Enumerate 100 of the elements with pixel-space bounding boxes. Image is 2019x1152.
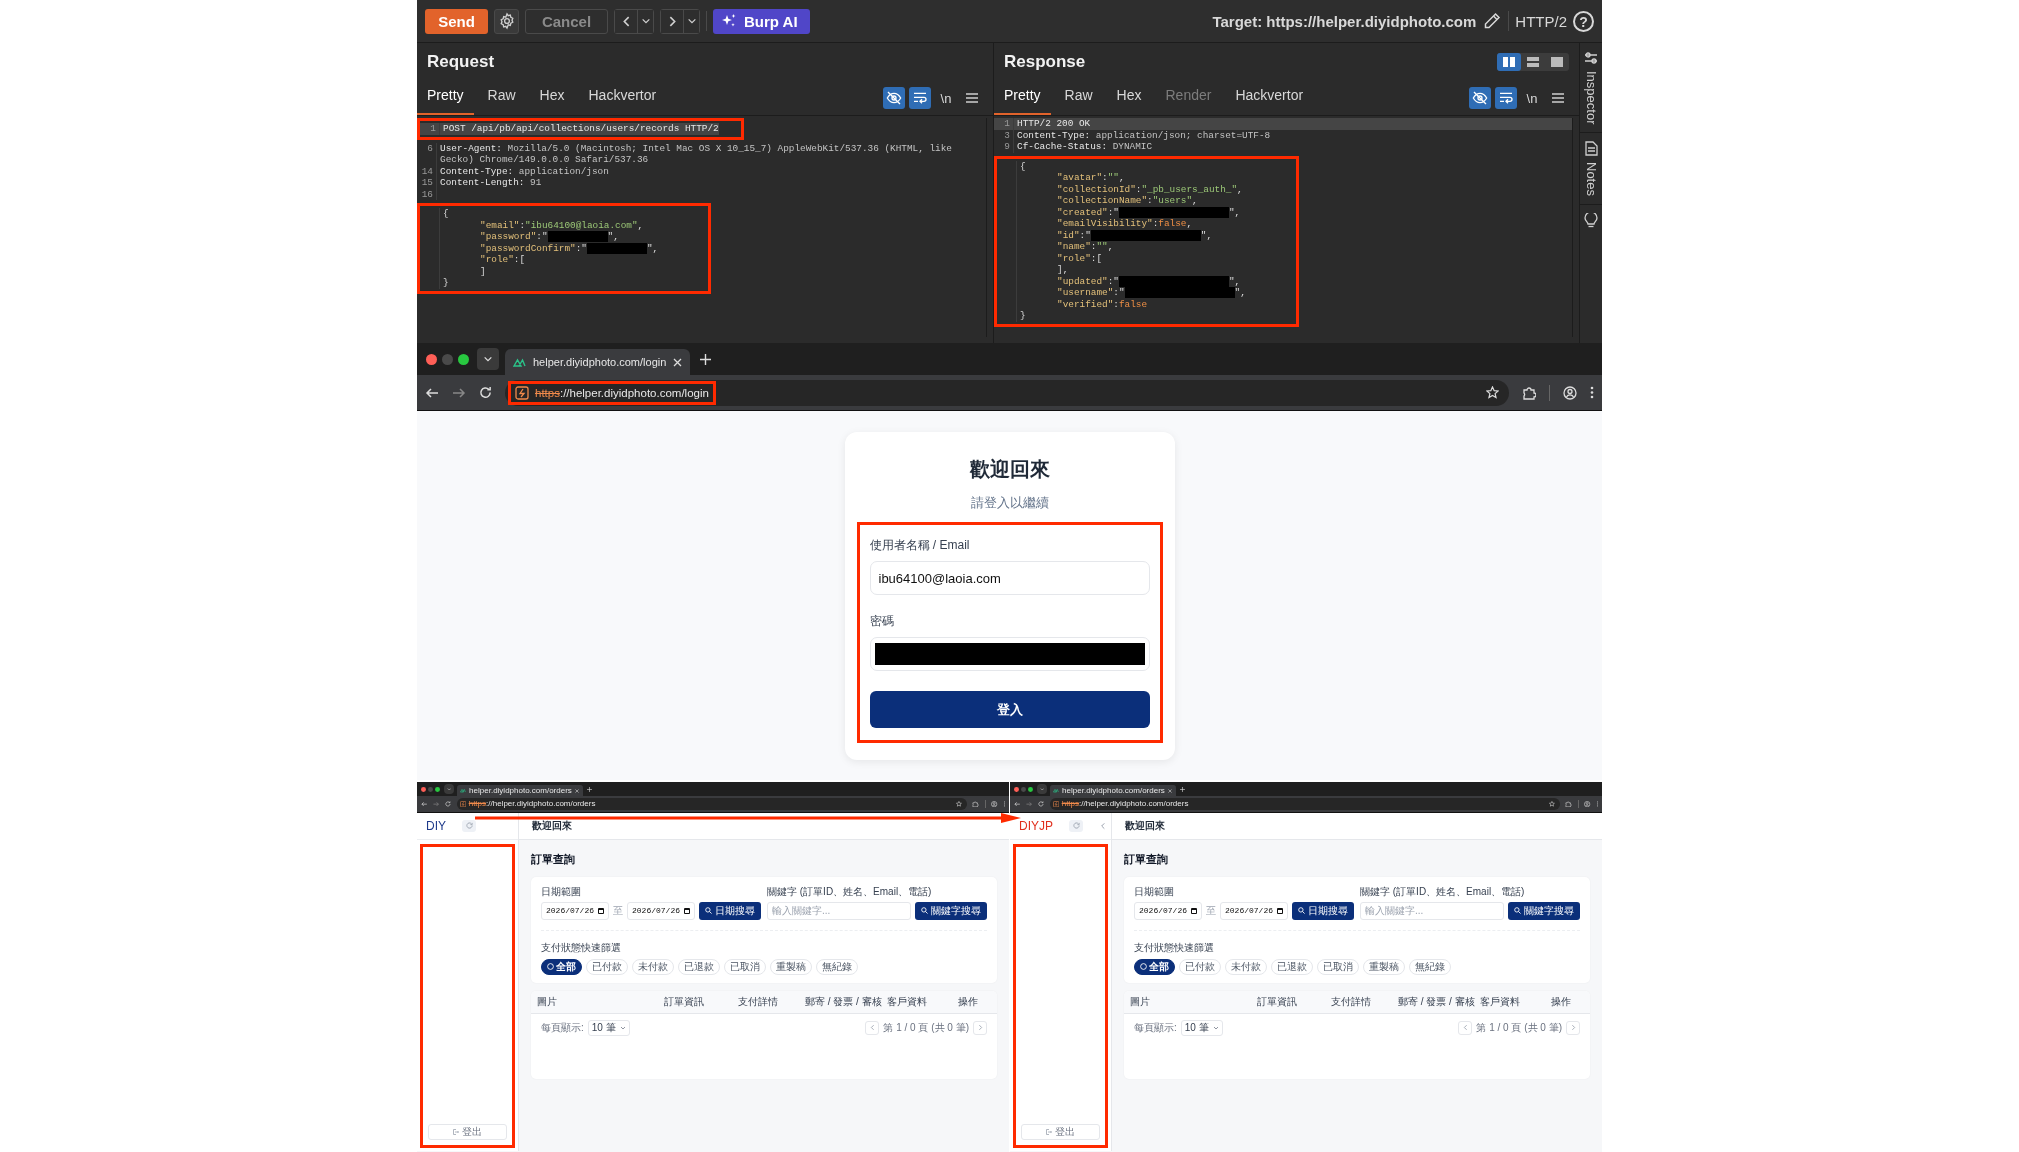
extensions-icon[interactable] <box>1522 385 1536 400</box>
line-number: 6 <box>427 142 433 154</box>
password-field[interactable] <box>869 637 1150 671</box>
address-field[interactable]: https://helper.diyidphoto.com/login <box>535 386 709 399</box>
side-tab[interactable]: Notes <box>1583 141 1599 197</box>
editor-tab[interactable]: Pretty <box>417 85 474 115</box>
history-dropdown[interactable] <box>683 9 699 33</box>
editor-tab[interactable]: Raw <box>477 85 526 115</box>
wrap-toggle[interactable] <box>909 87 931 109</box>
filter-chip[interactable]: 已付款 <box>586 958 628 975</box>
filter-chip[interactable]: 重製稿 <box>770 958 812 975</box>
hide-toggle[interactable] <box>883 87 905 109</box>
editor-tab[interactable]: Hackvertor <box>578 85 667 115</box>
editor-tab[interactable]: Hex <box>529 85 575 115</box>
login-button[interactable]: 登入 <box>869 691 1150 728</box>
back-icon[interactable] <box>1013 800 1020 808</box>
extensions-icon[interactable] <box>1565 800 1572 808</box>
extensions-icon[interactable] <box>972 800 979 808</box>
field-label: 密碼 <box>869 613 895 630</box>
page-info: 第 1 / 0 頁 (共 0 筆) <box>883 1020 969 1035</box>
filter-chip[interactable]: 已取消 <box>724 958 766 975</box>
filter-chip[interactable]: 重製稿 <box>1363 958 1405 975</box>
column-header: 客戶資料 <box>1479 994 1521 1009</box>
browser-tab[interactable]: helper.diyidphoto.com/orders <box>456 784 583 797</box>
side-tab[interactable]: Inspector <box>1583 51 1599 125</box>
bookmark-star-icon[interactable] <box>956 801 963 807</box>
bookmark-star-icon[interactable] <box>1549 801 1556 807</box>
filter-chip[interactable]: 全部 <box>1134 958 1175 975</box>
profile-icon[interactable] <box>1563 385 1577 400</box>
forward-icon[interactable] <box>452 385 466 400</box>
back-icon[interactable] <box>420 800 427 808</box>
browser-tab[interactable]: helper.diyidphoto.com/orders <box>1049 784 1176 797</box>
reload-icon[interactable] <box>1037 801 1044 807</box>
keyword-search-button[interactable]: 關鍵字搜尋 <box>1508 901 1580 920</box>
column-header: 客戶資料 <box>886 994 928 1009</box>
date-search-button[interactable]: 日期搜尋 <box>1292 901 1354 920</box>
window-control[interactable] <box>426 353 437 365</box>
more-icon[interactable] <box>1590 386 1594 399</box>
filter-chip[interactable]: 未付款 <box>1225 958 1267 975</box>
filter-chip[interactable]: 已退款 <box>678 958 720 975</box>
code-line: } <box>442 277 449 289</box>
editor-tab[interactable]: Pretty <box>994 85 1051 115</box>
back-icon[interactable] <box>425 385 439 400</box>
close-icon[interactable] <box>673 357 683 367</box>
settings-button[interactable] <box>494 8 519 34</box>
new-tab-icon[interactable] <box>587 786 593 792</box>
editor-tab[interactable]: Hackvertor <box>1225 85 1314 115</box>
warning-icon[interactable] <box>459 800 466 808</box>
filter-chip[interactable]: 無紀錄 <box>1409 958 1451 975</box>
help-button[interactable]: ? <box>1573 10 1594 32</box>
new-tab-icon[interactable] <box>700 353 712 365</box>
field-label: 使用者名稱 / Email <box>869 537 971 554</box>
browser-tab[interactable]: helper.diyidphoto.com/login <box>505 349 691 375</box>
window-control[interactable] <box>458 353 469 365</box>
email-field[interactable]: ibu64100@laoia.com <box>869 561 1150 595</box>
page-title: 訂單查詢 <box>1124 851 1169 867</box>
page-size-select[interactable]: 10 筆 <box>1180 1019 1223 1036</box>
wrap-toggle[interactable] <box>1495 87 1517 109</box>
code-line: "collectionName":"users", <box>1056 195 1198 207</box>
document-icon <box>1584 141 1598 157</box>
profile-icon[interactable] <box>1584 800 1591 808</box>
filter-chip[interactable]: 未付款 <box>632 958 674 975</box>
newline-toggle[interactable]: \n <box>935 87 957 109</box>
calendar-icon <box>1191 907 1197 914</box>
filter-chip[interactable]: 全部 <box>541 958 582 975</box>
keyword-search-button[interactable]: 關鍵字搜尋 <box>915 901 987 920</box>
date-search-button[interactable]: 日期搜尋 <box>699 901 761 920</box>
reload-icon[interactable] <box>479 386 492 399</box>
date-field[interactable]: 2026/07/26 <box>1220 901 1288 920</box>
tab-search-button[interactable] <box>477 348 499 370</box>
hide-toggle[interactable] <box>1469 87 1491 109</box>
logout-button[interactable]: 登出 <box>428 1123 507 1140</box>
logout-button[interactable]: 登出 <box>1021 1123 1100 1140</box>
close-icon[interactable] <box>575 788 580 793</box>
editor-tab[interactable]: Hex <box>1106 85 1152 115</box>
filter-chip[interactable]: 已取消 <box>1317 958 1359 975</box>
page-size-label: 每頁顯示: <box>1134 1020 1177 1035</box>
side-tab[interactable] <box>1584 213 1598 230</box>
profile-icon[interactable] <box>991 800 998 808</box>
new-tab-icon[interactable] <box>1180 786 1186 792</box>
filter-chip[interactable]: 無紀錄 <box>816 958 858 975</box>
filter-chip[interactable]: 已付款 <box>1179 958 1221 975</box>
reload-icon[interactable] <box>444 801 451 807</box>
warning-icon[interactable] <box>1052 800 1059 808</box>
pencil-icon[interactable] <box>1482 11 1503 31</box>
newline-toggle[interactable]: \n <box>1521 87 1543 109</box>
bookmark-star-icon[interactable] <box>1486 386 1499 399</box>
history-dropdown[interactable] <box>637 9 653 33</box>
date-field[interactable]: 2026/07/26 <box>1134 901 1202 920</box>
date-field[interactable]: 2026/07/26 <box>541 901 609 920</box>
warning-icon[interactable] <box>515 385 529 400</box>
code-line: "emailVisibility":false, <box>1056 218 1193 230</box>
menu-icon <box>965 91 979 105</box>
filter-chip[interactable]: 已退款 <box>1271 958 1313 975</box>
close-icon[interactable] <box>1168 788 1173 793</box>
editor-tab[interactable]: Raw <box>1054 85 1103 115</box>
burp-ai-button[interactable]: Burp AI <box>713 8 810 34</box>
date-field[interactable]: 2026/07/26 <box>627 901 695 920</box>
page-size-select[interactable]: 10 筆 <box>587 1019 630 1036</box>
layout-button[interactable] <box>1497 53 1521 71</box>
